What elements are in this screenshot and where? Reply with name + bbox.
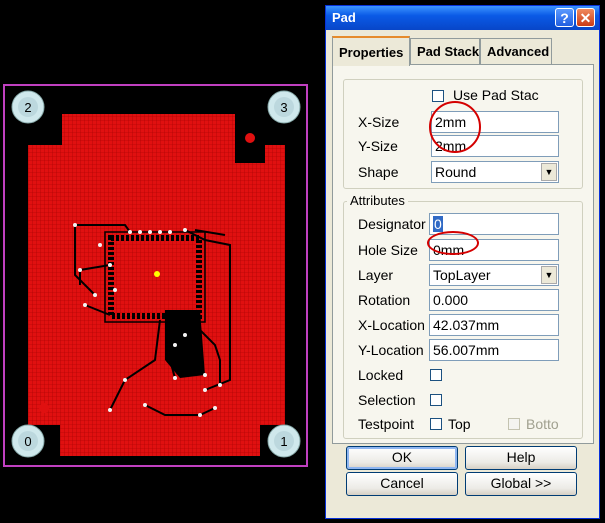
shape-label: Shape xyxy=(358,164,399,180)
layer-label: Layer xyxy=(358,267,394,283)
cancel-button[interactable]: Cancel xyxy=(346,472,458,496)
copper-pour xyxy=(28,114,285,456)
chevron-down-icon[interactable]: ▼ xyxy=(541,266,557,284)
selection-checkbox[interactable] xyxy=(430,394,442,406)
x-size-label: X-Size xyxy=(358,114,400,130)
layer-select[interactable]: TopLayer ▼ xyxy=(429,264,559,286)
pcb-view[interactable]: 2 3 0 1 xyxy=(0,0,325,523)
testpoint-bottom-checkbox xyxy=(508,418,520,430)
annotation-ring xyxy=(429,101,481,153)
corner-pad[interactable]: 3 xyxy=(267,90,301,124)
use-pad-stack-checkbox[interactable] xyxy=(432,90,444,102)
corner-pad[interactable]: 1 xyxy=(267,424,301,458)
rotation-input[interactable]: 0.000 xyxy=(429,289,559,311)
designator-label: Designator xyxy=(358,216,426,232)
x-location-label: X-Location xyxy=(358,317,425,333)
tab-pad-stack[interactable]: Pad Stack xyxy=(410,38,480,64)
corner-pad[interactable]: 0 xyxy=(11,424,45,458)
y-location-label: Y-Location xyxy=(358,342,424,358)
pcb-drawing: 2 3 0 1 xyxy=(3,84,308,467)
locked-label: Locked xyxy=(358,367,404,383)
tab-advanced[interactable]: Advanced xyxy=(480,38,552,64)
pad-label: 2 xyxy=(24,100,31,115)
x-location-input[interactable]: 42.037mm xyxy=(429,314,559,336)
pad-dialog: Pad ? ✕ Properties Pad Stack Advanced Us… xyxy=(325,5,600,519)
attributes-title: Attributes xyxy=(347,193,408,208)
tab-properties[interactable]: Properties xyxy=(332,36,410,66)
layer-value: TopLayer xyxy=(433,267,491,283)
testpoint-top-label: Top xyxy=(448,416,471,432)
locked-checkbox[interactable] xyxy=(430,369,442,381)
y-location-input[interactable]: 56.007mm xyxy=(429,339,559,361)
corner-pad[interactable]: 2 xyxy=(11,90,45,124)
testpoint-label: Testpoint xyxy=(358,416,415,432)
rotation-label: Rotation xyxy=(358,292,411,308)
close-icon[interactable]: ✕ xyxy=(576,8,595,27)
testpoint-top-checkbox[interactable] xyxy=(430,418,442,430)
center-marker xyxy=(154,271,160,277)
help-button[interactable]: Help xyxy=(465,446,577,470)
title-bar[interactable]: Pad ? ✕ xyxy=(326,6,599,30)
hole-size-label: Hole Size xyxy=(358,242,418,258)
testpoint-bottom-label: Botto xyxy=(526,416,559,432)
use-pad-stack-label: Use Pad Stac xyxy=(453,87,539,103)
selection-label: Selection xyxy=(358,392,416,408)
mounting-hole xyxy=(39,403,49,413)
shape-value: Round xyxy=(435,164,477,180)
annotation-ring xyxy=(427,231,479,255)
global-button[interactable]: Global >> xyxy=(465,472,577,496)
dialog-title: Pad xyxy=(332,10,356,25)
pad-label: 1 xyxy=(280,434,287,449)
mounting-hole xyxy=(245,133,255,143)
shape-select[interactable]: Round ▼ xyxy=(431,161,559,183)
ok-button[interactable]: OK xyxy=(346,446,458,470)
designator-value: 0 xyxy=(433,216,443,232)
help-icon[interactable]: ? xyxy=(555,8,574,27)
y-size-label: Y-Size xyxy=(358,138,398,154)
pad-label: 0 xyxy=(24,434,31,449)
chevron-down-icon[interactable]: ▼ xyxy=(541,163,557,181)
pad-label: 3 xyxy=(280,100,287,115)
